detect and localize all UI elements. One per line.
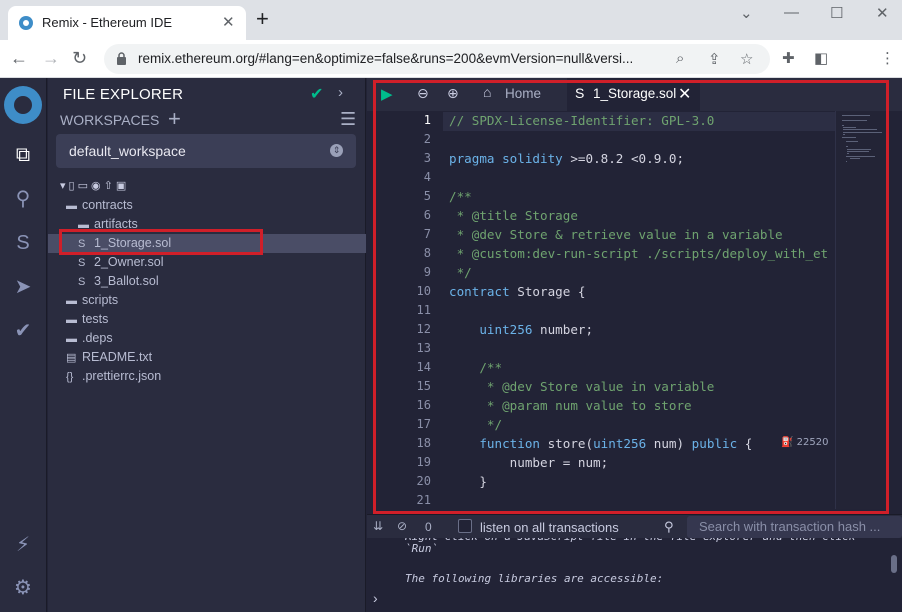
tx-search-placeholder: Search with transaction hash ...	[699, 519, 881, 534]
file-tree-item-label: scripts	[82, 293, 119, 307]
tab-close-icon[interactable]: ✕	[222, 13, 235, 31]
text-file-icon: ▤	[66, 352, 77, 364]
tab-title: Remix - Ethereum IDE	[42, 15, 173, 30]
tab-search-icon[interactable]: ⌄	[740, 4, 753, 22]
folder-icon: ▬	[66, 333, 77, 345]
listen-all-checkbox[interactable]	[458, 519, 472, 533]
terminal-toolbar: ⇊ ⊘ 0 listen on all transactions ⚲ Searc…	[367, 514, 902, 538]
browser-menu-icon[interactable]: ⋮	[880, 49, 895, 67]
maximize-button[interactable]: ☐	[830, 4, 843, 22]
terminal-scrollbar[interactable]	[891, 555, 897, 573]
terminal-line: `Run`	[405, 542, 439, 555]
search-icon[interactable]: ⚲	[10, 186, 36, 212]
terminal-output: › Right click on a JavaScript file in th…	[367, 538, 902, 612]
terminal-prompt-icon[interactable]: ›	[373, 590, 378, 606]
browser-titlebar: Remix - Ethereum IDE ✕ + ⌄ — ☐ ✕	[0, 0, 902, 40]
workspace-select[interactable]: default_workspace ⇕	[56, 134, 356, 168]
collapse-terminal-icon[interactable]: ⇊	[373, 519, 383, 533]
zoom-icon[interactable]: ⌕	[676, 50, 684, 67]
file-tree-item[interactable]: S 2_Owner.sol	[78, 253, 163, 272]
folder-open-icon: ▬	[66, 200, 77, 212]
terminal-line: The following libraries are accessible:	[405, 572, 664, 585]
file-tree-item-label: contracts	[82, 198, 133, 212]
back-arrow-icon[interactable]: ←	[10, 48, 28, 68]
remix-logo-icon[interactable]	[4, 86, 42, 124]
remix-app: ⧉ ⚲ S ➤ ✔ ⚡ ⚙ FILE EXPLORER ✔ › WORKSPAC…	[0, 78, 902, 612]
new-tab-button[interactable]: +	[256, 8, 269, 30]
icon-panel: ⧉ ⚲ S ➤ ✔ ⚡ ⚙	[0, 78, 47, 612]
reload-icon[interactable]: ↻	[72, 48, 87, 68]
file-tree-item-label: 2_Owner.sol	[94, 255, 164, 269]
minimize-button[interactable]: —	[784, 4, 799, 21]
close-window-button[interactable]: ✕	[876, 4, 889, 22]
folder-icon: ▬	[66, 314, 77, 326]
solidity-file-icon: S	[78, 257, 86, 269]
lock-icon	[117, 52, 126, 65]
file-explorer-panel: FILE EXPLORER ✔ › WORKSPACES + ☰ default…	[48, 78, 366, 612]
file-tree-item[interactable]: ▬ .deps	[66, 329, 113, 348]
file-tree-item[interactable]: ▤ README.txt	[66, 348, 152, 367]
search-icon: ⚲	[664, 519, 674, 534]
workspace-selected-value: default_workspace	[69, 143, 186, 159]
share-icon[interactable]: ⇪	[708, 50, 721, 68]
file-explorer-icon[interactable]: ⧉	[10, 142, 36, 168]
file-tree-item[interactable]: ▬ tests	[66, 310, 108, 329]
forward-arrow-icon[interactable]: →	[42, 48, 60, 68]
plugin-manager-icon[interactable]: ⚡	[10, 532, 36, 558]
file-tree-toolbar: ▾▯▭◉⇧▣	[60, 179, 129, 192]
create-workspace-plus-icon[interactable]: +	[168, 106, 181, 132]
bookmark-star-icon[interactable]: ☆	[740, 50, 753, 68]
chevron-right-icon[interactable]: ›	[338, 84, 343, 101]
github-icon[interactable]: ◉	[91, 180, 104, 192]
side-panel-icon[interactable]: ◧	[814, 49, 828, 67]
upload-icon[interactable]: ⇧	[104, 180, 116, 192]
highlight-box-file	[59, 229, 263, 255]
settings-gear-icon[interactable]: ⚙	[10, 575, 36, 601]
file-tree-item[interactable]: ▬ scripts	[66, 291, 118, 310]
folder-upload-icon[interactable]: ▣	[116, 180, 129, 192]
remix-favicon-icon	[19, 16, 33, 30]
browser-tab[interactable]: Remix - Ethereum IDE ✕	[8, 6, 246, 40]
file-tree-item[interactable]: {} .prettierrc.json	[66, 367, 161, 386]
panel-title: FILE EXPLORER	[63, 86, 184, 103]
file-tree-item[interactable]: ▬ contracts	[66, 196, 133, 215]
folder-icon: ▬	[66, 295, 77, 307]
deploy-run-icon[interactable]: ➤	[10, 274, 36, 300]
file-tree-item-label: tests	[82, 312, 109, 326]
file-tree-item-label: .prettierrc.json	[82, 369, 162, 383]
listen-all-label: listen on all transactions	[480, 520, 619, 535]
file-tree-item-label: README.txt	[82, 350, 153, 364]
pending-tx-count: 0	[425, 520, 432, 534]
select-updown-icon: ⇕	[330, 144, 343, 157]
url-text[interactable]: remix.ethereum.org/#lang=en&optimize=fal…	[138, 51, 668, 66]
new-file-icon[interactable]: ▯	[69, 180, 78, 192]
checkmark-icon: ✔	[310, 86, 324, 103]
highlight-box-editor	[373, 80, 889, 514]
clear-console-icon[interactable]: ⊘	[397, 519, 407, 533]
solidity-file-icon: S	[78, 276, 86, 288]
extensions-puzzle-icon[interactable]: ✚	[782, 49, 795, 67]
workspaces-label: WORKSPACES	[60, 112, 160, 128]
caret-down-icon[interactable]: ▾	[60, 180, 69, 192]
file-tree-item[interactable]: S 3_Ballot.sol	[78, 272, 159, 291]
solidity-compiler-icon[interactable]: S	[10, 230, 36, 256]
workspace-menu-hamburger-icon[interactable]: ☰	[340, 109, 356, 130]
testing-check-icon[interactable]: ✔	[10, 318, 36, 344]
omnibox[interactable]: remix.ethereum.org/#lang=en&optimize=fal…	[104, 44, 770, 74]
json-file-icon: {}	[66, 371, 74, 383]
address-bar: ← → ↻ remix.ethereum.org/#lang=en&optimi…	[0, 40, 902, 78]
file-tree-item-label: 3_Ballot.sol	[94, 274, 159, 288]
tx-search-input[interactable]: Search with transaction hash ...	[687, 516, 902, 538]
file-tree-item-label: .deps	[82, 331, 113, 345]
terminal-line: Right click on a JavaScript file in the …	[405, 538, 855, 543]
new-folder-icon[interactable]: ▭	[78, 180, 91, 192]
